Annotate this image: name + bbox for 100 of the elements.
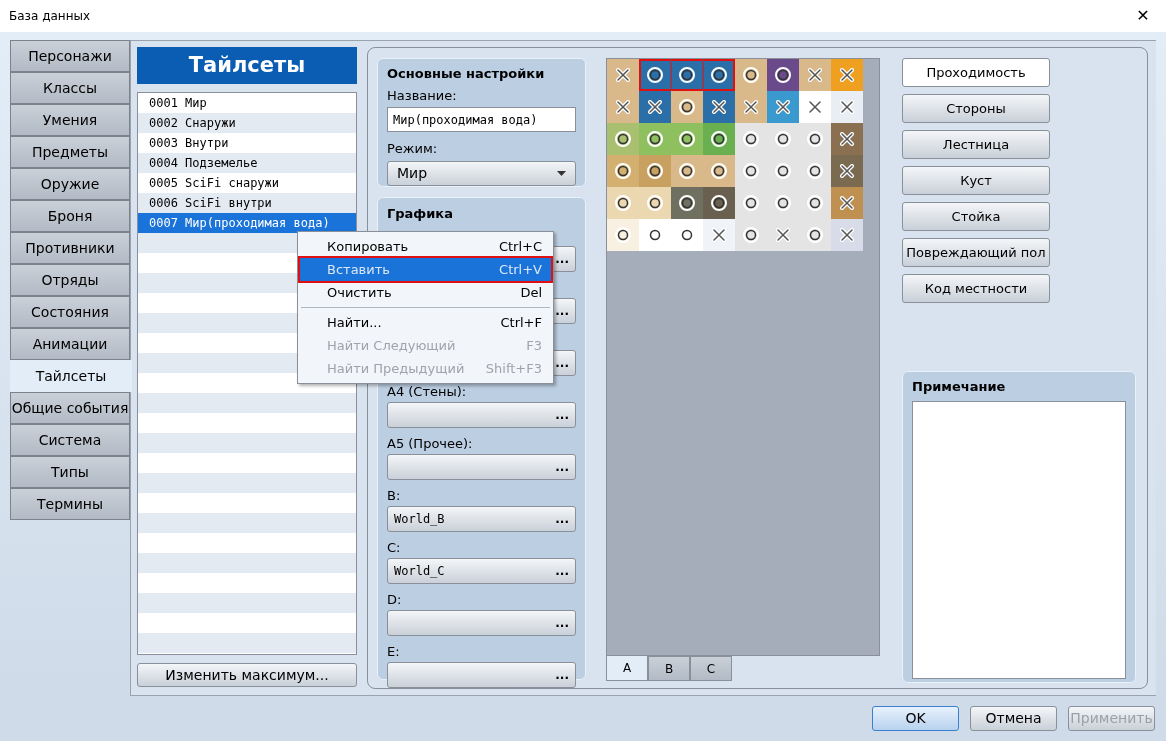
browse-button[interactable]: ... — [555, 353, 569, 372]
nav-tab[interactable]: Анимации — [10, 328, 130, 360]
tile[interactable] — [607, 219, 639, 251]
mode-button[interactable]: Куст — [902, 166, 1050, 195]
tile[interactable] — [671, 59, 703, 91]
tileset-tab[interactable]: B — [648, 656, 690, 681]
tile[interactable] — [703, 219, 735, 251]
image-field[interactable]: ... — [387, 401, 576, 428]
tile[interactable] — [639, 59, 671, 91]
mode-button[interactable]: Стороны — [902, 94, 1050, 123]
menu-label: Вставить — [327, 260, 390, 279]
tileset-tab[interactable]: A — [606, 656, 648, 681]
passable-icon — [679, 163, 695, 179]
list-item[interactable]: 0006 SciFi внутри — [138, 193, 356, 213]
passable-icon — [615, 195, 631, 211]
tile[interactable] — [607, 155, 639, 187]
image-field[interactable]: ... — [387, 609, 576, 636]
tile[interactable] — [639, 91, 671, 123]
mode-button[interactable]: Стойка — [902, 202, 1050, 231]
tile[interactable] — [703, 59, 735, 91]
nav-tab[interactable]: Типы — [10, 456, 130, 488]
tile[interactable] — [671, 91, 703, 123]
tile[interactable] — [831, 59, 863, 91]
image-field[interactable]: ... — [387, 453, 576, 480]
name-field[interactable]: Мир(проходимая вода) — [387, 107, 576, 132]
impassable-icon — [808, 100, 822, 114]
tile[interactable] — [831, 91, 863, 123]
tile[interactable] — [831, 187, 863, 219]
browse-button[interactable]: ... — [555, 613, 569, 632]
menu-item[interactable]: Копировать Ctrl+C — [300, 235, 551, 258]
tile[interactable] — [831, 219, 863, 251]
passable-icon — [679, 67, 695, 83]
tile[interactable] — [639, 187, 671, 219]
dialog-button[interactable]: Отмена — [970, 706, 1057, 731]
nav-tab[interactable]: Броня — [10, 200, 130, 232]
nav-tab[interactable]: Состояния — [10, 296, 130, 328]
browse-button[interactable]: ... — [555, 457, 569, 476]
tile[interactable] — [799, 59, 831, 91]
nav-tab[interactable]: Общие события — [10, 392, 130, 424]
list-item[interactable]: 0007 Мир(проходимая вода) — [138, 213, 356, 233]
browse-button[interactable]: ... — [555, 405, 569, 424]
nav-tab[interactable]: Отряды — [10, 264, 130, 296]
close-button[interactable]: ✕ — [1120, 0, 1166, 32]
tile[interactable] — [607, 123, 639, 155]
tile[interactable] — [767, 59, 799, 91]
tile[interactable] — [799, 91, 831, 123]
mode-dropdown[interactable]: Мир — [387, 160, 576, 186]
note-field[interactable] — [912, 400, 1126, 679]
tile[interactable] — [831, 155, 863, 187]
tile[interactable] — [671, 219, 703, 251]
tile[interactable] — [607, 91, 639, 123]
nav-tab[interactable]: Классы — [10, 72, 130, 104]
impassable-icon — [776, 100, 790, 114]
list-item[interactable]: 0002 Снаружи — [138, 113, 356, 133]
browse-button[interactable]: ... — [555, 249, 569, 268]
image-field[interactable]: World_B ... — [387, 505, 576, 532]
nav-tab[interactable]: Предметы — [10, 136, 130, 168]
tile[interactable] — [639, 219, 671, 251]
mode-button[interactable]: Проходимость — [902, 58, 1050, 87]
dialog-button[interactable]: OK — [872, 706, 959, 731]
nav-tab[interactable]: Термины — [10, 488, 130, 520]
image-field[interactable]: World_C ... — [387, 557, 576, 584]
change-maximum-button[interactable]: Изменить максимум... — [137, 663, 357, 687]
nav-tab[interactable]: Система — [10, 424, 130, 456]
tile[interactable] — [671, 155, 703, 187]
nav-tab[interactable]: Персонажи — [10, 40, 130, 72]
tile[interactable] — [607, 59, 639, 91]
tile[interactable] — [767, 91, 799, 123]
browse-button[interactable]: ... — [555, 301, 569, 320]
nav-tab[interactable]: Тайлсеты — [10, 360, 132, 392]
tile[interactable] — [735, 91, 767, 123]
tile[interactable] — [831, 123, 863, 155]
nav-tab[interactable]: Противники — [10, 232, 130, 264]
field-label: D: — [387, 590, 403, 609]
mode-button[interactable]: Лестница — [902, 130, 1050, 159]
image-field[interactable]: ... — [387, 661, 576, 688]
browse-button[interactable]: ... — [555, 561, 569, 580]
mode-button[interactable]: Код местности — [902, 274, 1050, 303]
browse-button[interactable]: ... — [555, 665, 569, 684]
passable-icon — [807, 195, 823, 211]
nav-tab[interactable]: Оружие — [10, 168, 130, 200]
tile[interactable] — [639, 123, 671, 155]
field-label: A5 (Прочее): — [387, 434, 474, 453]
tile[interactable] — [671, 123, 703, 155]
browse-button[interactable]: ... — [555, 509, 569, 528]
tileset-tab[interactable]: C — [690, 656, 732, 681]
menu-item[interactable]: Очистить Del — [300, 281, 551, 304]
tile[interactable] — [703, 155, 735, 187]
tile[interactable] — [703, 187, 735, 219]
tile[interactable] — [607, 187, 639, 219]
tile[interactable] — [703, 123, 735, 155]
menu-item[interactable]: Найти... Ctrl+F — [300, 311, 551, 334]
nav-tab[interactable]: Умения — [10, 104, 130, 136]
tile[interactable] — [639, 155, 671, 187]
mode-button[interactable]: Повреждающий пол — [902, 238, 1050, 267]
menu-item[interactable]: Вставить Ctrl+V — [300, 258, 551, 281]
tile[interactable] — [671, 187, 703, 219]
list-item[interactable]: 0004 Подземелье — [138, 153, 356, 173]
tile[interactable] — [735, 59, 767, 91]
tile[interactable] — [703, 91, 735, 123]
